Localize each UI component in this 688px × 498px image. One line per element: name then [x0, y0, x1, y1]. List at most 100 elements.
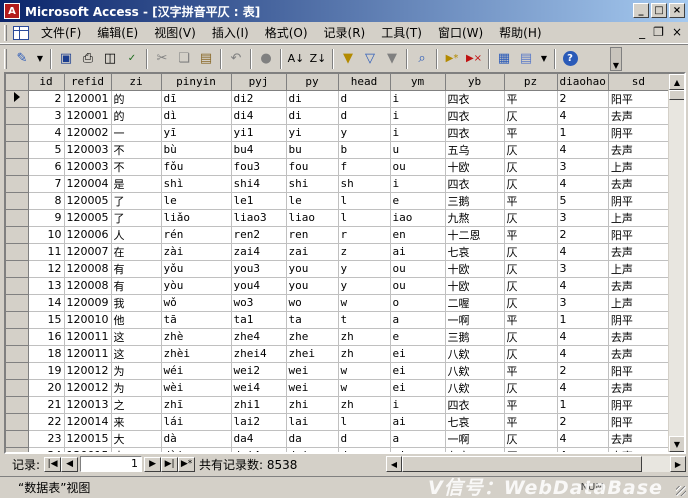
table-row[interactable]: 10 120006 人 rén ren2 ren r en 十二恩平 2 阳平	[6, 226, 669, 244]
cell-id[interactable]: 4	[28, 124, 65, 142]
cell-ym[interactable]: ou	[390, 158, 446, 176]
record-selector[interactable]	[6, 124, 29, 142]
cell-pyj[interactable]: wei2	[231, 362, 287, 380]
cell-diaohao[interactable]: 4	[557, 447, 609, 452]
cell-sd[interactable]: 阳平	[608, 90, 669, 108]
cell-diaohao[interactable]: 4	[557, 345, 609, 363]
cell-yb[interactable]: 十二恩	[445, 226, 505, 244]
cell-refid[interactable]: 120015	[64, 447, 112, 452]
maximize-button[interactable]: □	[651, 3, 667, 18]
record-selector[interactable]	[6, 226, 29, 244]
cell-pinyin[interactable]: dài	[161, 447, 232, 452]
new-record-icon[interactable]: ▶*	[441, 48, 463, 70]
cell-ym[interactable]: ei	[390, 379, 446, 397]
column-header-pyj[interactable]: pyj	[231, 74, 287, 91]
vertical-scroll-thumb[interactable]	[669, 90, 684, 100]
cell-head[interactable]: w	[338, 362, 391, 380]
cell-sd[interactable]: 上声	[608, 294, 669, 312]
cell-pinyin[interactable]: wǒ	[161, 294, 232, 312]
cell-sd[interactable]: 上声	[608, 209, 669, 227]
cell-sd[interactable]: 去声	[608, 141, 669, 159]
cell-yb[interactable]: 十欧	[445, 260, 505, 278]
scroll-right-arrow-icon[interactable]: ▶	[670, 456, 686, 472]
cell-pyj[interactable]: bu4	[231, 141, 287, 159]
cell-diaohao[interactable]: 4	[557, 277, 609, 295]
record-selector[interactable]	[6, 345, 29, 363]
cell-head[interactable]: l	[338, 209, 391, 227]
table-row[interactable]: 2 120001 的 dī di2 di d i 四衣平 2 阳平	[6, 90, 669, 108]
cell-yb[interactable]: 七哀	[445, 243, 505, 261]
cell-refid[interactable]: 120002	[64, 124, 112, 142]
menu-file[interactable]: 文件(F)	[33, 24, 89, 42]
print-icon[interactable]: ⎙	[77, 48, 99, 70]
cell-sd[interactable]: 阴平	[608, 311, 669, 329]
cell-ym[interactable]: ou	[390, 277, 446, 295]
cell-zi[interactable]: 有	[111, 277, 162, 295]
cell-pz[interactable]: 平	[504, 90, 558, 108]
resize-grip-icon[interactable]	[676, 486, 686, 496]
cell-id[interactable]: 24	[28, 447, 65, 452]
filter-by-selection-icon[interactable]: ▼	[337, 48, 359, 70]
cell-pz[interactable]: 仄	[504, 243, 558, 261]
cell-id[interactable]: 11	[28, 243, 65, 261]
cell-sd[interactable]: 去声	[608, 107, 669, 125]
cell-pz[interactable]: 仄	[504, 158, 558, 176]
cell-py[interactable]: di	[286, 107, 339, 125]
cell-head[interactable]: y	[338, 124, 391, 142]
cell-pyj[interactable]: di2	[231, 90, 287, 108]
cell-yb[interactable]: 一啊	[445, 311, 505, 329]
cell-id[interactable]: 15	[28, 311, 65, 329]
cell-zi[interactable]: 大	[111, 447, 162, 452]
save-icon[interactable]: ▣	[55, 48, 77, 70]
cell-refid[interactable]: 120001	[64, 90, 112, 108]
table-row[interactable]: 12 120008 有 yǒu you3 you y ou 十欧仄 3 上声	[6, 260, 669, 278]
cell-yb[interactable]: 四衣	[445, 124, 505, 142]
cell-diaohao[interactable]: 1	[557, 396, 609, 414]
menu-insert[interactable]: 插入(I)	[204, 24, 257, 42]
cell-pyj[interactable]: zhei4	[231, 345, 287, 363]
cell-diaohao[interactable]: 3	[557, 294, 609, 312]
cell-pz[interactable]: 平	[504, 396, 558, 414]
cell-zi[interactable]: 不	[111, 141, 162, 159]
cell-zi[interactable]: 的	[111, 107, 162, 125]
cell-yb[interactable]: 五乌	[445, 141, 505, 159]
cell-yb[interactable]: 三鹅	[445, 192, 505, 210]
cell-diaohao[interactable]: 2	[557, 90, 609, 108]
cell-pz[interactable]: 仄	[504, 430, 558, 448]
cell-ym[interactable]: ei	[390, 345, 446, 363]
cell-sd[interactable]: 上声	[608, 158, 669, 176]
cell-pz[interactable]: 仄	[504, 277, 558, 295]
cell-pinyin[interactable]: yòu	[161, 277, 232, 295]
cell-pinyin[interactable]: zhè	[161, 328, 232, 346]
database-window-icon[interactable]: ▦	[493, 48, 515, 70]
cell-id[interactable]: 21	[28, 396, 65, 414]
cell-diaohao[interactable]: 4	[557, 328, 609, 346]
cell-id[interactable]: 16	[28, 328, 65, 346]
cell-pinyin[interactable]: dī	[161, 90, 232, 108]
cell-head[interactable]: f	[338, 158, 391, 176]
record-selector[interactable]	[6, 209, 29, 227]
column-header-pinyin[interactable]: pinyin	[161, 74, 232, 91]
cell-yb[interactable]: 一啊	[445, 430, 505, 448]
record-selector[interactable]	[6, 430, 29, 448]
cell-id[interactable]: 23	[28, 430, 65, 448]
cell-ym[interactable]: u	[390, 141, 446, 159]
cell-id[interactable]: 13	[28, 277, 65, 295]
cell-diaohao[interactable]: 4	[557, 430, 609, 448]
cell-py[interactable]: ren	[286, 226, 339, 244]
hyperlink-icon[interactable]: ●	[255, 48, 277, 70]
cell-id[interactable]: 22	[28, 413, 65, 431]
cell-py[interactable]: liao	[286, 209, 339, 227]
cell-diaohao[interactable]: 2	[557, 226, 609, 244]
cell-sd[interactable]: 去声	[608, 379, 669, 397]
cell-zi[interactable]: 这	[111, 345, 162, 363]
cell-pinyin[interactable]: wéi	[161, 362, 232, 380]
cell-ym[interactable]: ou	[390, 260, 446, 278]
cell-sd[interactable]: 去声	[608, 447, 669, 452]
record-selector[interactable]	[6, 413, 29, 431]
cell-yb[interactable]: 四衣	[445, 90, 505, 108]
table-row[interactable]: 7 120004 是 shì shi4 shi sh i 四衣仄 4 去声	[6, 175, 669, 193]
column-header-head[interactable]: head	[338, 74, 391, 91]
record-selector[interactable]	[6, 362, 29, 380]
cell-refid[interactable]: 120010	[64, 311, 112, 329]
